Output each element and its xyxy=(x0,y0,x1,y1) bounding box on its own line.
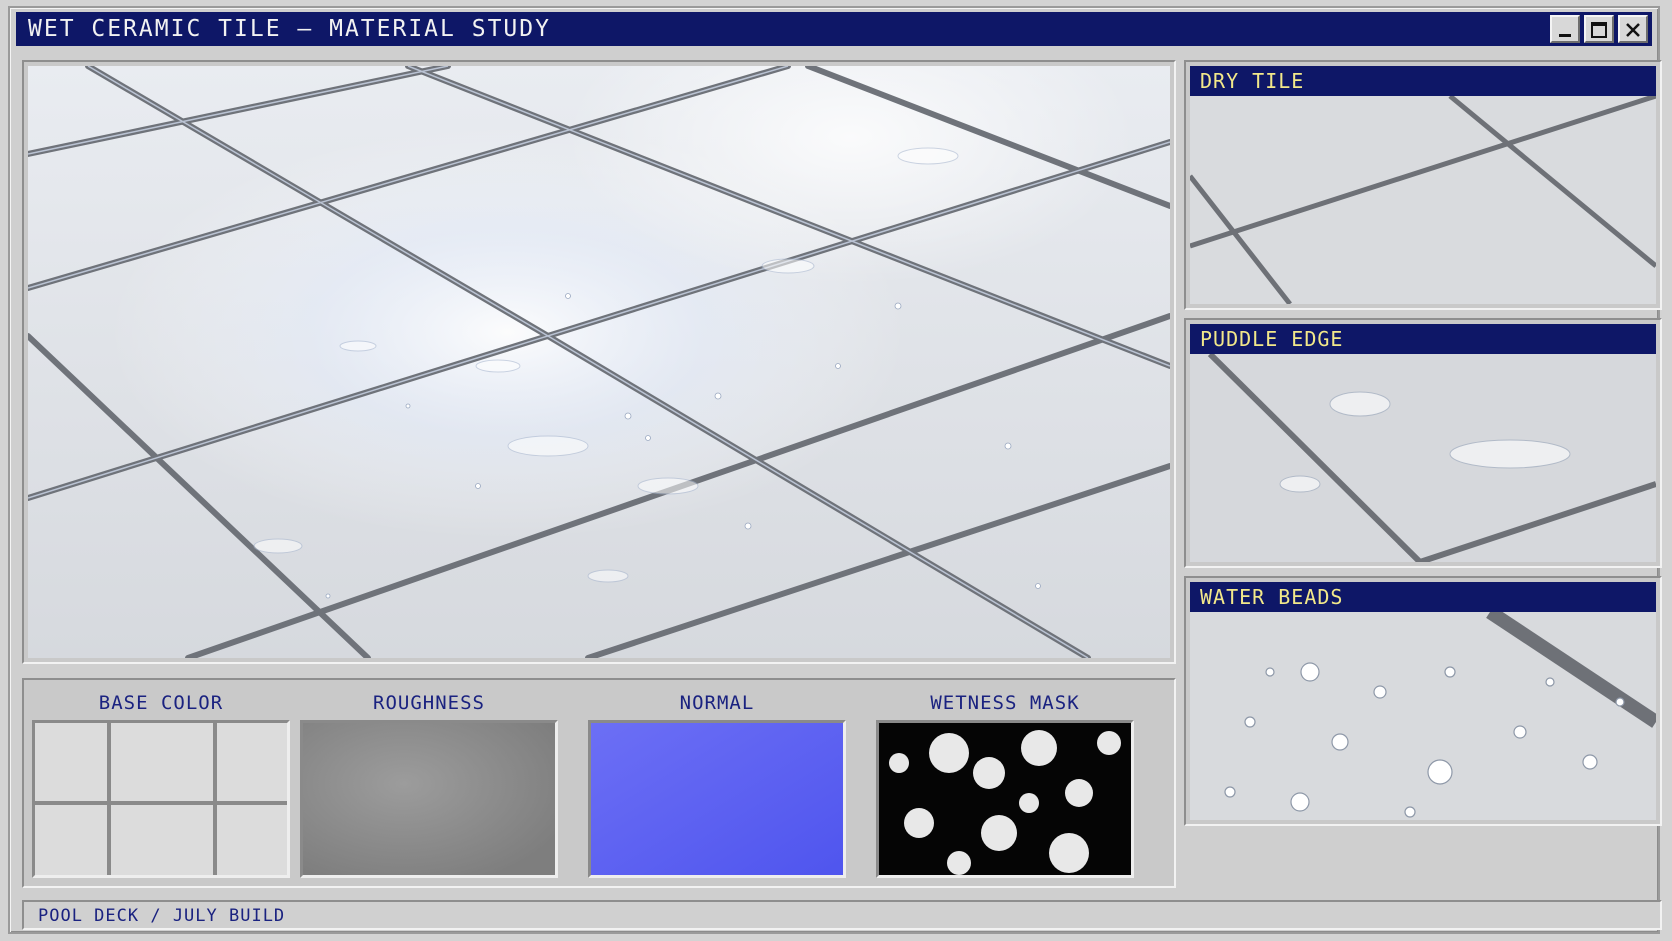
status-bar: POOL DECK / JULY BUILD xyxy=(22,900,1662,930)
texture-maps-panel: BASE COLOR ROUGHNESS NORMAL WETNESS MASK xyxy=(22,678,1176,888)
map-wetness-mask[interactable]: WETNESS MASK xyxy=(876,690,1134,880)
water-beads-image xyxy=(1190,612,1656,820)
minimize-icon xyxy=(1559,34,1571,37)
map-label: WETNESS MASK xyxy=(930,692,1080,714)
normal-thumbnail xyxy=(588,720,846,878)
window-title: WET CERAMIC TILE — MATERIAL STUDY xyxy=(28,16,551,42)
title-bar[interactable]: WET CERAMIC TILE — MATERIAL STUDY xyxy=(16,12,1652,46)
map-label: BASE COLOR xyxy=(98,692,224,714)
detail-dry-tile[interactable]: DRY TILE xyxy=(1184,60,1662,310)
dry-tile-image xyxy=(1190,96,1656,304)
roughness-thumbnail xyxy=(300,720,558,878)
wet-tile-render xyxy=(28,66,1170,658)
puddle-edge-image xyxy=(1190,354,1656,562)
detail-water-beads[interactable]: WATER BEADS xyxy=(1184,576,1662,826)
map-roughness[interactable]: ROUGHNESS xyxy=(300,690,558,880)
minimize-button[interactable] xyxy=(1550,15,1580,43)
map-label: ROUGHNESS xyxy=(373,692,485,714)
wetness-mask-thumbnail xyxy=(876,720,1134,878)
maximize-icon xyxy=(1591,22,1607,38)
close-icon xyxy=(1626,23,1640,37)
map-base-color[interactable]: BASE COLOR xyxy=(32,690,290,880)
detail-puddle-edge[interactable]: PUDDLE EDGE xyxy=(1184,318,1662,568)
map-label: NORMAL xyxy=(679,692,755,714)
main-render-view[interactable] xyxy=(22,60,1176,664)
detail-label: PUDDLE EDGE xyxy=(1190,324,1656,354)
map-normal[interactable]: NORMAL xyxy=(588,690,846,880)
detail-label: DRY TILE xyxy=(1190,66,1656,96)
close-button[interactable] xyxy=(1618,15,1648,43)
app-window: WET CERAMIC TILE — MATERIAL STUDY BASE C… xyxy=(8,6,1662,934)
status-text: POOL DECK / JULY BUILD xyxy=(38,906,286,926)
maximize-button[interactable] xyxy=(1584,15,1614,43)
detail-label: WATER BEADS xyxy=(1190,582,1656,612)
base-color-thumbnail xyxy=(32,720,290,878)
window-controls xyxy=(1550,15,1648,43)
